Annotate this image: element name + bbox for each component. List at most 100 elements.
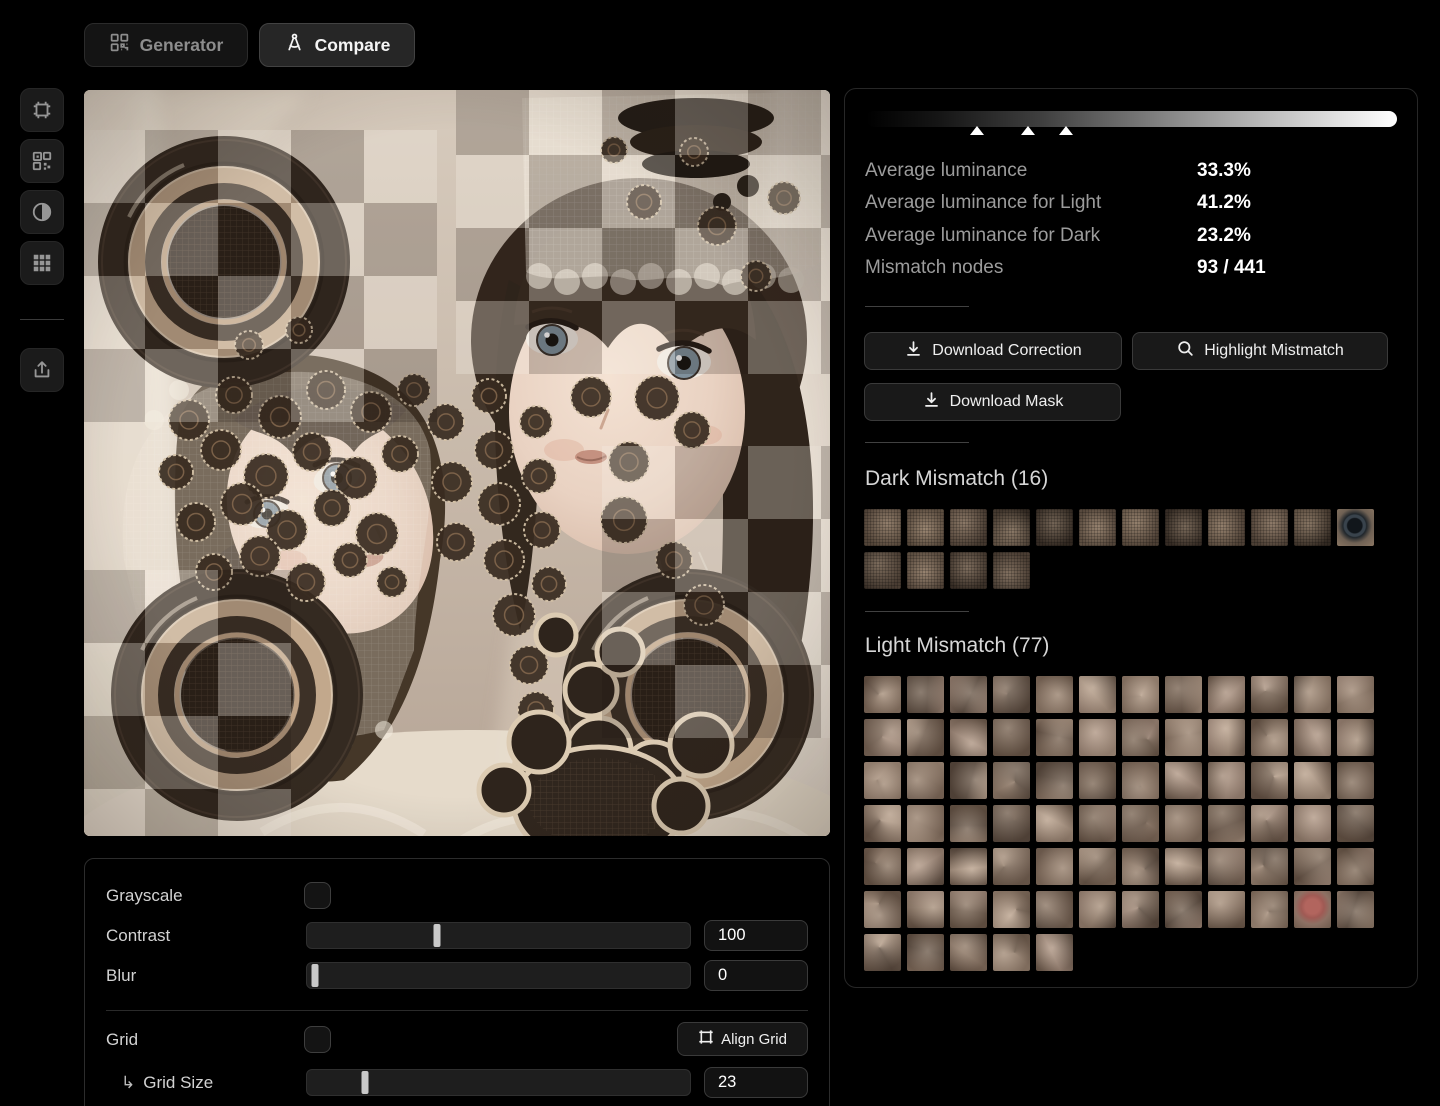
light-mismatch-thumb[interactable] [1337,719,1374,756]
blur-input[interactable] [704,960,808,991]
dark-mismatch-thumb[interactable] [864,509,901,546]
light-mismatch-thumb[interactable] [1294,891,1331,928]
light-mismatch-thumb[interactable] [1294,762,1331,799]
toolbar-button-contrast[interactable] [20,190,64,234]
light-mismatch-thumb[interactable] [1165,848,1202,885]
dark-mismatch-thumb[interactable] [907,552,944,589]
luminance-gradient-bar[interactable] [866,111,1397,127]
light-mismatch-thumb[interactable] [1337,762,1374,799]
toolbar-button-upload[interactable] [20,348,64,392]
light-mismatch-thumb[interactable] [1122,676,1159,713]
dark-mismatch-thumb[interactable] [1165,509,1202,546]
toolbar-button-qr-grid[interactable] [20,139,64,183]
light-mismatch-thumb[interactable] [1337,848,1374,885]
dark-mismatch-thumb[interactable] [1294,509,1331,546]
tab-generator[interactable]: Generator [84,23,248,67]
light-mismatch-thumb[interactable] [907,676,944,713]
download-correction-button[interactable]: Download Correction [864,332,1122,370]
luminance-marker[interactable] [970,126,984,135]
light-mismatch-thumb[interactable] [1337,805,1374,842]
dark-mismatch-thumb[interactable] [1337,509,1374,546]
light-mismatch-thumb[interactable] [1036,719,1073,756]
light-mismatch-thumb[interactable] [1036,848,1073,885]
light-mismatch-thumb[interactable] [1251,805,1288,842]
light-mismatch-thumb[interactable] [864,805,901,842]
light-mismatch-thumb[interactable] [907,719,944,756]
light-mismatch-thumb[interactable] [950,848,987,885]
light-mismatch-thumb[interactable] [1208,805,1245,842]
dark-mismatch-thumb[interactable] [950,509,987,546]
light-mismatch-thumb[interactable] [1122,805,1159,842]
dark-mismatch-thumb[interactable] [1122,509,1159,546]
light-mismatch-thumb[interactable] [1079,805,1116,842]
light-mismatch-thumb[interactable] [1294,719,1331,756]
light-mismatch-thumb[interactable] [950,762,987,799]
light-mismatch-thumb[interactable] [1079,848,1116,885]
light-mismatch-thumb[interactable] [1208,762,1245,799]
dark-mismatch-thumb[interactable] [950,552,987,589]
download-mask-button[interactable]: Download Mask [864,383,1121,421]
dark-mismatch-thumb[interactable] [907,509,944,546]
light-mismatch-thumb[interactable] [950,719,987,756]
light-mismatch-thumb[interactable] [1208,848,1245,885]
light-mismatch-thumb[interactable] [1079,719,1116,756]
light-mismatch-thumb[interactable] [864,762,901,799]
light-mismatch-thumb[interactable] [1165,805,1202,842]
luminance-marker[interactable] [1021,126,1035,135]
light-mismatch-thumb[interactable] [907,891,944,928]
grid-checkbox[interactable] [304,1026,331,1053]
toolbar-button-grid[interactable] [20,241,64,285]
light-mismatch-thumb[interactable] [864,676,901,713]
light-mismatch-thumb[interactable] [1208,891,1245,928]
align-grid-button[interactable]: Align Grid [677,1022,808,1056]
light-mismatch-thumb[interactable] [993,719,1030,756]
dark-mismatch-thumb[interactable] [1079,509,1116,546]
light-mismatch-thumb[interactable] [1122,848,1159,885]
blur-slider[interactable] [306,962,691,989]
light-mismatch-thumb[interactable] [993,805,1030,842]
light-mismatch-thumb[interactable] [1251,848,1288,885]
light-mismatch-thumb[interactable] [1122,762,1159,799]
light-mismatch-thumb[interactable] [907,848,944,885]
light-mismatch-thumb[interactable] [1251,676,1288,713]
light-mismatch-thumb[interactable] [993,848,1030,885]
compare-image-canvas[interactable] [84,90,830,836]
light-mismatch-thumb[interactable] [1337,676,1374,713]
contrast-slider[interactable] [306,922,691,949]
light-mismatch-thumb[interactable] [1294,848,1331,885]
light-mismatch-thumb[interactable] [1036,676,1073,713]
light-mismatch-thumb[interactable] [1036,891,1073,928]
grayscale-checkbox[interactable] [304,882,331,909]
light-mismatch-thumb[interactable] [1251,762,1288,799]
light-mismatch-thumb[interactable] [1208,676,1245,713]
grid-size-input[interactable] [704,1067,808,1098]
light-mismatch-thumb[interactable] [993,891,1030,928]
light-mismatch-thumb[interactable] [993,934,1030,971]
light-mismatch-thumb[interactable] [1251,719,1288,756]
light-mismatch-thumb[interactable] [1079,891,1116,928]
light-mismatch-thumb[interactable] [1165,676,1202,713]
light-mismatch-thumb[interactable] [1036,805,1073,842]
light-mismatch-thumb[interactable] [950,891,987,928]
light-mismatch-thumb[interactable] [864,848,901,885]
toolbar-button-frame[interactable] [20,88,64,132]
light-mismatch-thumb[interactable] [907,805,944,842]
light-mismatch-thumb[interactable] [864,719,901,756]
light-mismatch-thumb[interactable] [1079,762,1116,799]
highlight-mismatch-button[interactable]: Highlight Mistmatch [1132,332,1388,370]
luminance-marker[interactable] [1059,126,1073,135]
dark-mismatch-thumb[interactable] [864,552,901,589]
light-mismatch-thumb[interactable] [993,676,1030,713]
light-mismatch-thumb[interactable] [1165,719,1202,756]
light-mismatch-thumb[interactable] [1122,719,1159,756]
contrast-input[interactable] [704,920,808,951]
light-mismatch-thumb[interactable] [1036,762,1073,799]
light-mismatch-thumb[interactable] [993,762,1030,799]
light-mismatch-thumb[interactable] [1122,891,1159,928]
grid-size-slider[interactable] [306,1069,691,1096]
light-mismatch-thumb[interactable] [950,676,987,713]
light-mismatch-thumb[interactable] [907,934,944,971]
dark-mismatch-thumb[interactable] [993,509,1030,546]
dark-mismatch-thumb[interactable] [1208,509,1245,546]
tab-compare[interactable]: Compare [259,23,415,67]
